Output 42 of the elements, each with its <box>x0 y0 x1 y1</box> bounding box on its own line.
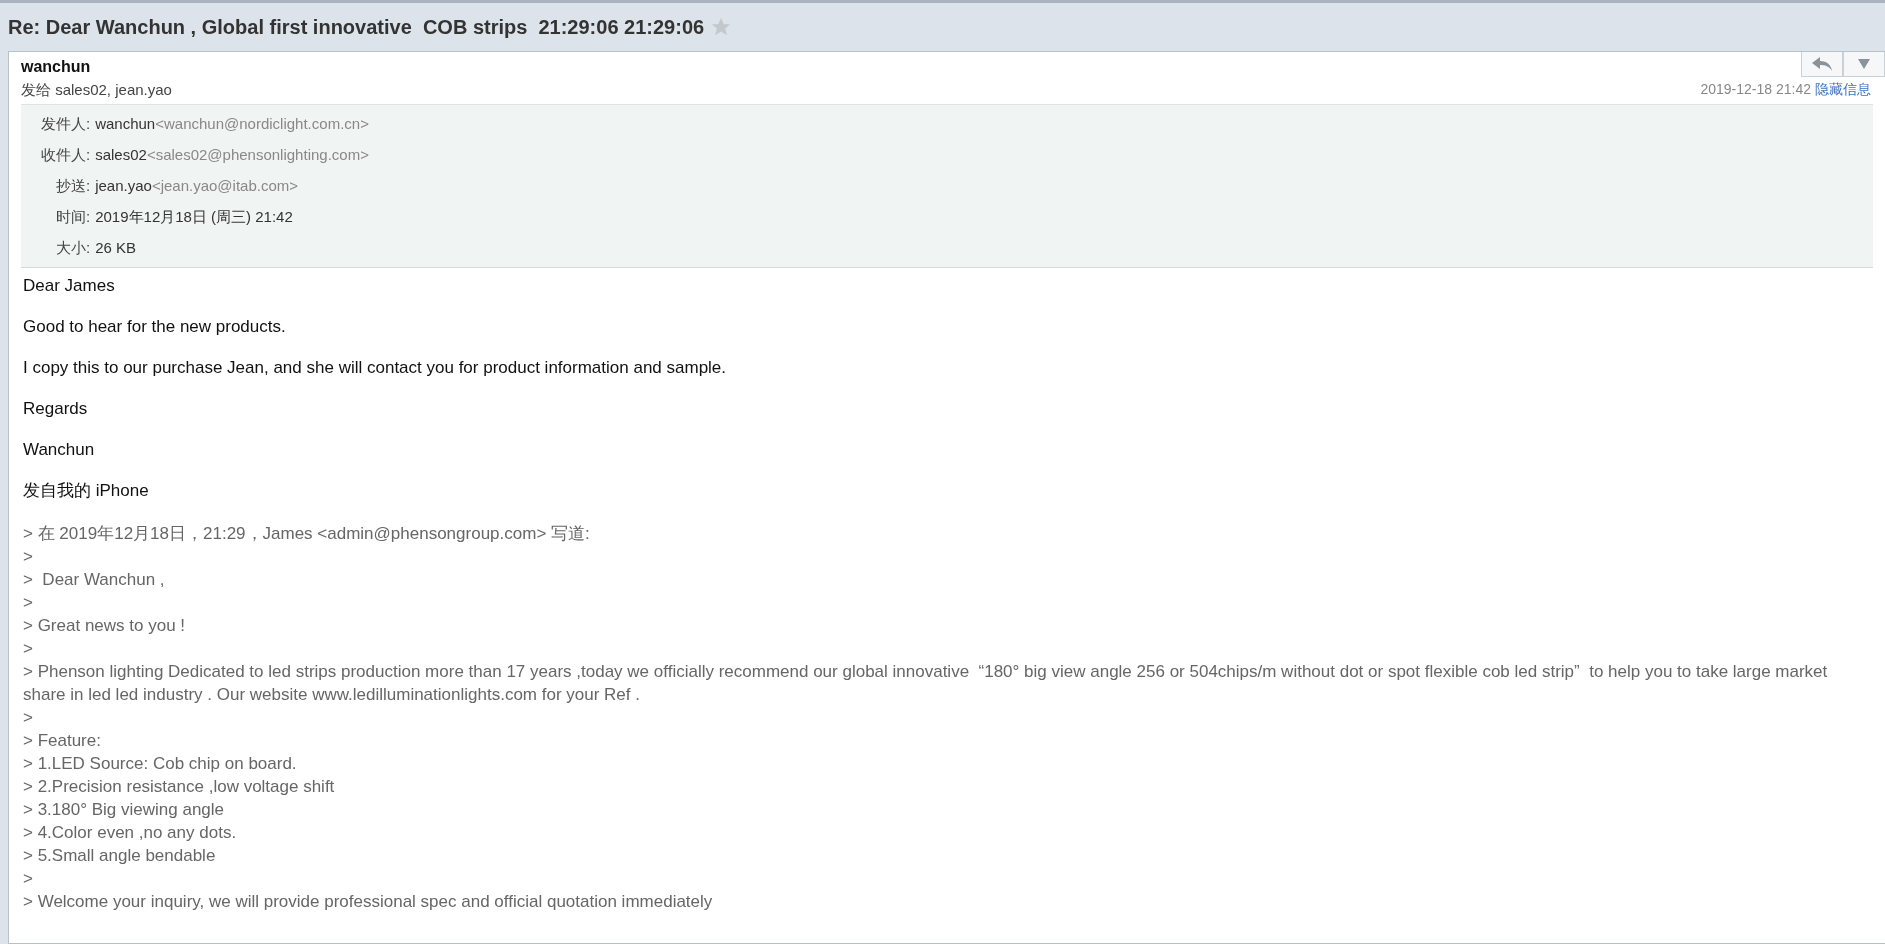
detail-label: 发件人: <box>41 115 91 133</box>
detail-label: 大小: <box>55 239 91 257</box>
body-paragraph: Dear James <box>23 276 116 296</box>
reply-button[interactable] <box>1801 52 1843 77</box>
detail-value: sales02<sales02@phensonlighting.com> <box>95 146 370 164</box>
quoted-line: > 5.Small angle bendable <box>23 845 217 867</box>
quoted-line: > <box>23 638 34 660</box>
quoted-line: > Dear Wanchun , <box>23 569 166 591</box>
detail-value: 26 KB <box>95 239 138 257</box>
quoted-line: > <box>23 707 34 729</box>
quoted-line: > 2.Precision resistance ,low voltage shift <box>23 776 336 798</box>
detail-label: 抄送: <box>55 177 91 195</box>
body-paragraph: 发自我的 iPhone <box>23 481 150 501</box>
quoted-line: > Feature: <box>23 730 102 752</box>
star-icon[interactable] <box>710 16 733 38</box>
caret-icon <box>1858 59 1870 69</box>
body-paragraph: Regards <box>23 399 89 419</box>
dropdown-button[interactable] <box>1843 52 1885 77</box>
body-paragraph: I copy this to our purchase Jean, and she will contact you for product information and sample. <box>23 358 728 378</box>
sender-name: wanchun <box>21 58 92 76</box>
detail-label: 收件人: <box>41 146 91 164</box>
quoted-line: > 3.180° Big viewing angle <box>23 799 226 821</box>
quoted-line: > Welcome your inquiry, we will provide professional spec and official quotation immediately <box>23 891 714 913</box>
quoted-line: > Phenson lighting Dedicated to led strips production more than 17 years ,today we officially recommend our global innovative “180° big view angle 256 or 504chips/m without dot or spot flexible cob led strip” to help you to take large market share in led led industry . Our website www.ledilluminationlights.com for your Ref . <box>23 661 1829 706</box>
quoted-line: > <box>23 592 34 614</box>
quoted-line: > <box>23 868 34 890</box>
email-subject: Re: Dear Wanchun , Global first innovative COB strips 21:29:06 21:29:06 <box>8 15 705 39</box>
quoted-line: > <box>23 546 34 568</box>
detail-value: 2019年12月18日 (周三) 21:42 <box>95 208 294 226</box>
reply-arrow-icon <box>1812 57 1832 71</box>
hide-details-link[interactable]: 隐藏信息 <box>1815 81 1871 99</box>
quoted-line: > Great news to you ! <box>23 615 187 637</box>
body-paragraph: Good to hear for the new products. <box>23 317 287 337</box>
detail-label: 时间: <box>55 208 91 226</box>
detail-value: wanchun<wanchun@nordiclight.com.cn> <box>95 115 370 133</box>
quoted-line: > 在 2019年12月18日，21:29，James <admin@phensongroup.com> 写道: <box>23 523 591 545</box>
email-date: 2019-12-18 21:42 <box>1700 81 1811 99</box>
body-paragraph: Wanchun <box>23 440 96 460</box>
detail-value: jean.yao<jean.yao@itab.com> <box>95 177 300 195</box>
quoted-line: > 4.Color even ,no any dots. <box>23 822 238 844</box>
recipients-line: 发给 sales02, jean.yao <box>21 81 172 100</box>
quoted-line: > 1.LED Source: Cob chip on board. <box>23 753 298 775</box>
